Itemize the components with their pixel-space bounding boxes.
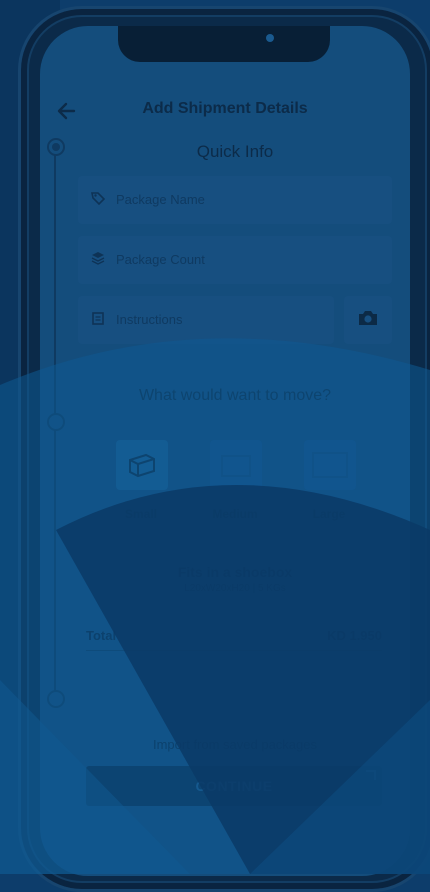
fit-description-details: L20xW20xH20 | 5 KGs (184, 583, 286, 594)
size-label-small: Small (124, 507, 157, 521)
camera-button[interactable] (344, 296, 392, 344)
continue-label: CONTINUE (195, 778, 273, 794)
size-label-large: Large (312, 507, 346, 521)
continue-button[interactable]: CONTINUE (86, 766, 382, 806)
size-label-medium: Medium (212, 507, 258, 521)
size-option-small[interactable] (116, 440, 168, 490)
app-header: Add Shipment Details (40, 96, 410, 126)
box-medium-icon (218, 450, 254, 485)
tag-icon (90, 191, 106, 207)
instructions-field[interactable]: Instructions (78, 296, 334, 344)
fit-description-title: Fits in a shoebox (177, 564, 293, 580)
box-large-icon (310, 448, 350, 487)
camera-icon (357, 309, 379, 332)
size-option-large[interactable] (304, 440, 356, 490)
size-option-medium[interactable] (210, 440, 262, 490)
move-question: What would want to move? (138, 387, 332, 404)
box-small-icon (126, 452, 158, 483)
total-label: Total (86, 628, 117, 643)
package-name-placeholder: Package Name (116, 192, 205, 207)
timeline-step-3 (47, 690, 65, 708)
phone-notch (118, 26, 330, 62)
package-count-placeholder: Package Count (116, 252, 205, 267)
total-row: Total KD 1.950 (86, 626, 382, 651)
instructions-placeholder: Instructions (116, 312, 183, 327)
package-count-field[interactable]: Package Count (78, 236, 392, 284)
total-value: KD 1.950 (327, 628, 382, 643)
front-camera-icon (266, 34, 274, 42)
import-saved-packages-link[interactable]: Import from saved packages (0, 737, 430, 752)
stack-icon (90, 251, 106, 267)
clipboard-icon (90, 311, 106, 327)
package-name-field[interactable]: Package Name (78, 176, 392, 224)
timeline-step-2 (47, 413, 65, 431)
page-title: Add Shipment Details (142, 100, 308, 117)
quick-info-title: Quick Info (196, 142, 274, 161)
corner-accent-icon (366, 770, 376, 780)
